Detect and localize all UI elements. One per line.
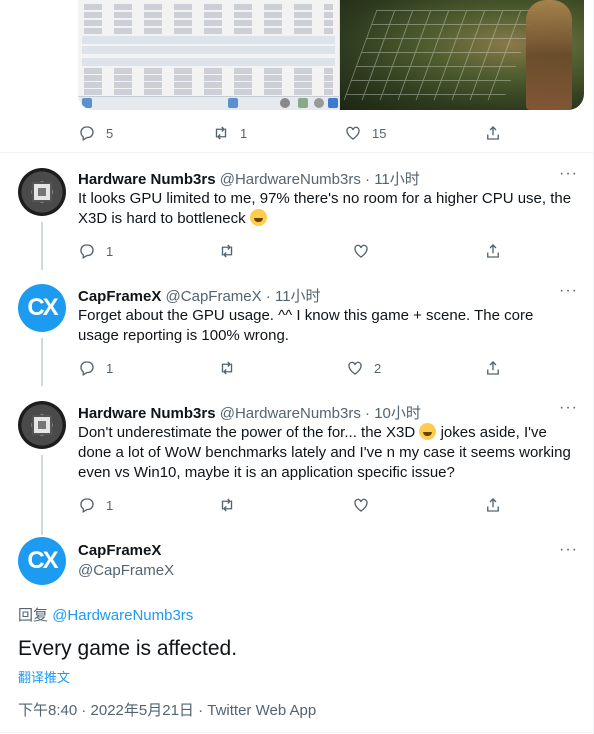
author-handle[interactable]: @HardwareNumb3rs <box>220 171 361 188</box>
retweet-icon <box>221 361 233 375</box>
tweet-time[interactable]: 11小时 <box>374 171 420 188</box>
like-button[interactable] <box>352 493 370 517</box>
reply-text: Forget about the GPU usage. ^^ I know th… <box>78 307 534 344</box>
reply-action-bar: 1 2 <box>78 356 518 380</box>
reply-count: 1 <box>106 497 114 513</box>
author-handle[interactable]: @CapFrameX <box>166 288 262 305</box>
reply-header: CapFrameX @CapFrameX · 11小时 <box>78 288 321 305</box>
author-name[interactable]: CapFrameX <box>78 288 161 305</box>
retweet-icon <box>221 244 233 258</box>
retweet-icon <box>221 498 233 512</box>
replying-to: 回复 @HardwareNumb3rs <box>18 607 194 624</box>
reply-header: Hardware Numb3rs @HardwareNumb3rs · 11小时 <box>78 171 420 188</box>
like-button[interactable]: 2 <box>346 356 381 380</box>
reply-header: Hardware Numb3rs @HardwareNumb3rs · 10小时 <box>78 405 421 422</box>
grinning-emoji-icon <box>249 209 267 226</box>
game-screenshot <box>340 0 584 110</box>
tweet-time[interactable]: 10小时 <box>374 405 421 422</box>
more-icon[interactable]: ··· <box>559 165 578 183</box>
reply-icon <box>80 126 94 141</box>
reply-button[interactable]: 1 <box>78 356 113 380</box>
retweet-icon <box>215 126 227 140</box>
share-icon <box>487 244 499 258</box>
avatar-hardware-numb3rs[interactable] <box>18 168 66 216</box>
avatar-hardware-numb3rs[interactable] <box>18 401 66 449</box>
reply-text: Don't underestimate the power of the for… <box>78 423 571 481</box>
reply-icon <box>80 244 94 259</box>
tweet-media-preview[interactable] <box>78 0 584 110</box>
like-icon <box>354 244 368 258</box>
like-icon <box>354 498 368 512</box>
share-icon <box>487 126 499 140</box>
tweet-timestamp[interactable]: 下午8:40 · 2022年5月21日 · Twitter Web App <box>18 699 316 720</box>
retweet-button[interactable]: 1 <box>212 121 247 145</box>
reply-text: It looks GPU limited to me, 97% there's … <box>78 190 572 227</box>
share-icon <box>487 498 499 512</box>
share-button[interactable] <box>484 239 502 263</box>
avatar-capframex[interactable]: CX <box>18 537 66 585</box>
reply-count: 1 <box>106 243 114 259</box>
tweet-time[interactable]: 11小时 <box>275 288 321 305</box>
share-button[interactable] <box>484 493 502 517</box>
translate-tweet-link[interactable]: 翻译推文 <box>18 667 70 686</box>
more-icon[interactable]: ··· <box>559 282 578 300</box>
more-icon[interactable]: ··· <box>559 541 578 559</box>
retweet-button[interactable] <box>218 239 236 263</box>
share-icon <box>487 361 499 375</box>
like-icon <box>348 361 362 375</box>
reply-button[interactable]: 5 <box>78 121 113 145</box>
author-handle[interactable]: @HardwareNumb3rs <box>220 405 361 422</box>
main-author-name[interactable]: CapFrameX <box>78 542 161 559</box>
tweet-action-bar: 5 1 15 <box>78 121 518 145</box>
hwinfo-screenshot <box>78 0 340 110</box>
reply-icon <box>80 361 94 376</box>
reply-action-bar: 1 <box>78 493 518 517</box>
reply-button[interactable]: 1 <box>78 239 113 263</box>
reply-action-bar: 1 <box>78 239 518 263</box>
main-tweet-text: Every game is affected. <box>18 637 238 660</box>
like-icon <box>346 126 360 140</box>
share-button[interactable] <box>484 356 502 380</box>
reply-button[interactable]: 1 <box>78 493 113 517</box>
like-count: 15 <box>372 125 387 141</box>
avatar-capframex[interactable]: CX <box>18 284 66 332</box>
share-button[interactable] <box>484 121 502 145</box>
like-button[interactable]: 15 <box>344 121 386 145</box>
reply-count: 1 <box>106 360 114 376</box>
reply-to-handle-link[interactable]: @HardwareNumb3rs <box>52 607 193 624</box>
grinning-emoji-icon <box>419 423 437 440</box>
retweet-count: 1 <box>240 125 248 141</box>
like-count: 2 <box>374 360 382 376</box>
retweet-button[interactable] <box>218 493 236 517</box>
reply-icon <box>80 498 94 513</box>
main-author-handle[interactable]: @CapFrameX <box>78 562 174 579</box>
like-button[interactable] <box>352 239 370 263</box>
author-name[interactable]: Hardware Numb3rs <box>78 405 216 422</box>
more-icon[interactable]: ··· <box>559 399 578 417</box>
author-name[interactable]: Hardware Numb3rs <box>78 171 216 188</box>
reply-count: 5 <box>106 125 114 141</box>
retweet-button[interactable] <box>218 356 236 380</box>
